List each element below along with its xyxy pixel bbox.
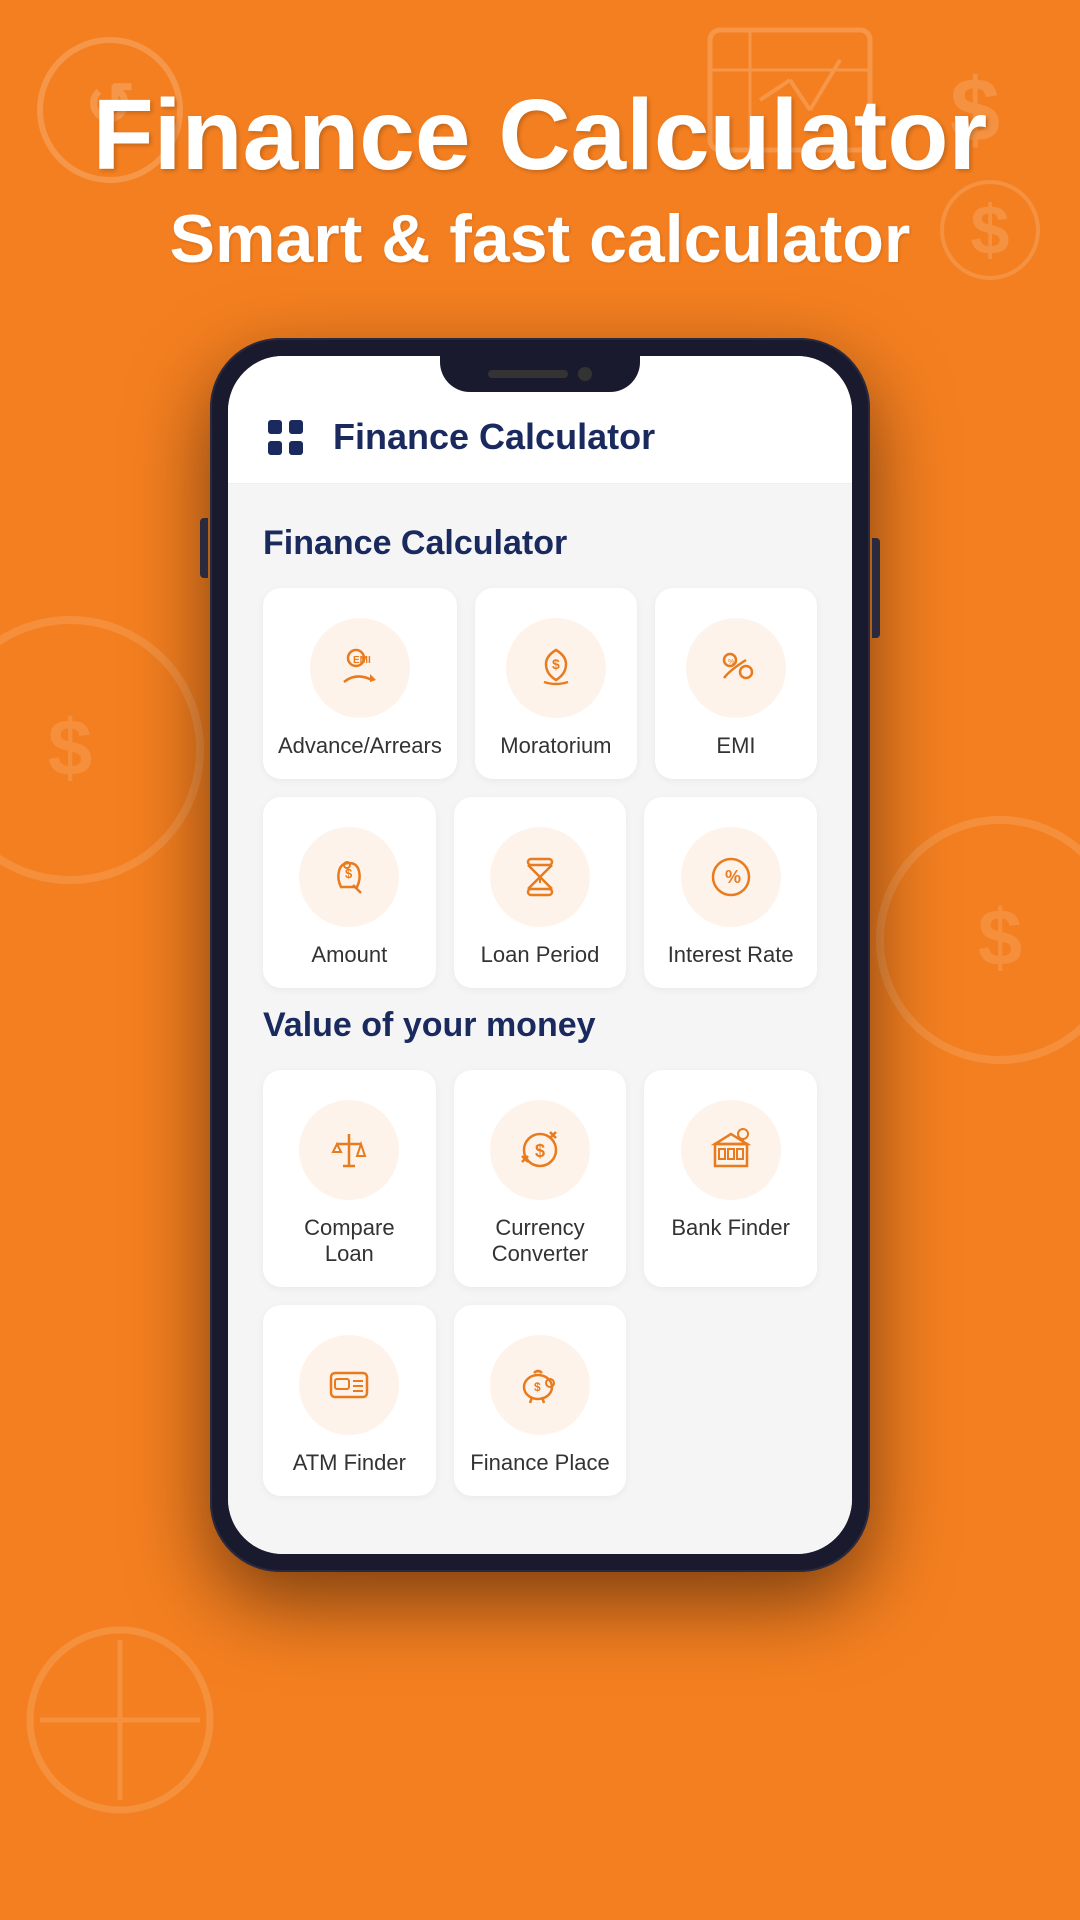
atm-finder-icon: [323, 1359, 375, 1411]
advance-arrears-item[interactable]: EMI Advance/Arrears: [263, 588, 457, 779]
loan-period-label: Loan Period: [481, 942, 600, 968]
finance-place-icon-circle: $: [490, 1335, 590, 1435]
emi-item[interactable]: % EMI: [655, 588, 817, 779]
section1-title: Finance Calculator: [263, 524, 817, 563]
compare-loan-icon-circle: [299, 1100, 399, 1200]
svg-text:$: $: [534, 1380, 541, 1394]
power-button: [872, 538, 880, 638]
svg-text:$: $: [552, 656, 560, 672]
amount-label: Amount: [311, 942, 387, 968]
phone-screen: Finance Calculator Finance Calculator EM…: [228, 356, 852, 1554]
svg-text:EMI: EMI: [353, 655, 371, 666]
atm-finder-item[interactable]: ATM Finder: [263, 1305, 436, 1496]
menu-dot-4: [289, 441, 303, 455]
section1-row1: EMI Advance/Arrears $: [263, 588, 817, 779]
currency-converter-icon-circle: $: [490, 1100, 590, 1200]
menu-icon[interactable]: [268, 420, 303, 455]
emi-label: EMI: [716, 733, 755, 759]
bank-finder-item[interactable]: Bank Finder: [644, 1070, 817, 1287]
amount-icon-circle: $: [299, 827, 399, 927]
hero-title: Finance Calculator: [60, 80, 1020, 190]
phone-camera: [578, 367, 592, 381]
svg-text:%: %: [725, 867, 741, 887]
phone-notch: [440, 356, 640, 392]
section2-row1: Compare Loan $: [263, 1070, 817, 1287]
moratorium-label: Moratorium: [500, 733, 611, 759]
moratorium-item[interactable]: $ Moratorium: [475, 588, 637, 779]
advance-arrears-icon-circle: EMI: [310, 618, 410, 718]
section2-title: Value of your money: [263, 1006, 817, 1045]
interest-rate-item[interactable]: % Interest Rate: [644, 797, 817, 988]
empty-placeholder: [644, 1305, 817, 1496]
interest-rate-icon-circle: %: [681, 827, 781, 927]
loan-period-item[interactable]: Loan Period: [454, 797, 627, 988]
loan-period-icon: [514, 851, 566, 903]
menu-dot-1: [268, 420, 282, 434]
finance-place-label: Finance Place: [470, 1450, 609, 1476]
currency-converter-item[interactable]: $ Currency Converter: [454, 1070, 627, 1287]
section1-row2: $ Amount: [263, 797, 817, 988]
emi-icon-circle: %: [686, 618, 786, 718]
currency-converter-label: Currency Converter: [469, 1215, 612, 1267]
moratorium-icon: $: [530, 642, 582, 694]
compare-loan-item[interactable]: Compare Loan: [263, 1070, 436, 1287]
app-content: Finance Calculator EMI A: [228, 484, 852, 1554]
phone-speaker: [488, 370, 568, 378]
menu-dot-3: [268, 441, 282, 455]
compare-loan-label: Compare Loan: [278, 1215, 421, 1267]
bank-finder-label: Bank Finder: [671, 1215, 790, 1241]
phone-frame: Finance Calculator Finance Calculator EM…: [210, 338, 870, 1572]
section2-row2: ATM Finder: [263, 1305, 817, 1496]
bank-finder-icon: [705, 1124, 757, 1176]
emi-icon: %: [710, 642, 762, 694]
interest-rate-label: Interest Rate: [668, 942, 794, 968]
advance-arrears-label: Advance/Arrears: [278, 733, 442, 759]
svg-text:%: %: [728, 659, 734, 666]
atm-finder-label: ATM Finder: [293, 1450, 406, 1476]
bank-finder-icon-circle: [681, 1100, 781, 1200]
hero-subtitle: Smart & fast calculator: [60, 200, 1020, 278]
interest-rate-icon: %: [705, 851, 757, 903]
moratorium-icon-circle: $: [506, 618, 606, 718]
compare-loan-icon: [323, 1124, 375, 1176]
volume-button: [200, 518, 208, 578]
advance-arrears-icon: EMI: [334, 642, 386, 694]
finance-place-icon: $: [514, 1359, 566, 1411]
section2: Value of your money: [263, 1006, 817, 1496]
phone-mockup: Finance Calculator Finance Calculator EM…: [0, 338, 1080, 1572]
svg-text:$: $: [535, 1141, 545, 1161]
atm-finder-icon-circle: [299, 1335, 399, 1435]
hero-section: Finance Calculator Smart & fast calculat…: [0, 0, 1080, 318]
amount-icon: $: [323, 851, 375, 903]
amount-item[interactable]: $ Amount: [263, 797, 436, 988]
loan-period-icon-circle: [490, 827, 590, 927]
currency-converter-icon: $: [514, 1124, 566, 1176]
menu-dot-2: [289, 420, 303, 434]
app-title: Finance Calculator: [333, 416, 655, 458]
finance-place-item[interactable]: $ Finance Place: [454, 1305, 627, 1496]
